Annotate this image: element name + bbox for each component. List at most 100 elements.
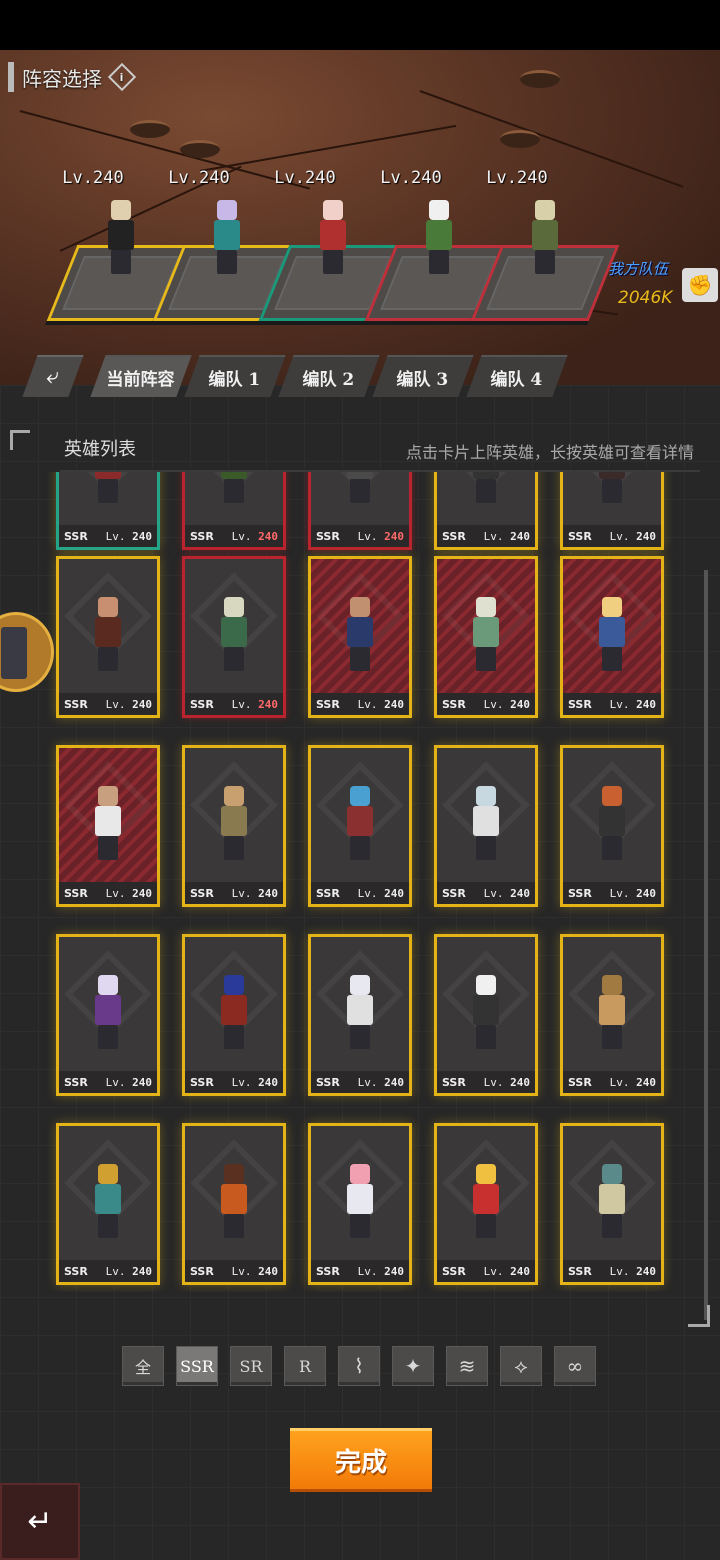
fist-icon[interactable]: ✊: [682, 268, 718, 302]
hero-card[interactable]: SSR Lv. 240: [434, 556, 538, 718]
level-prefix: Lv.: [483, 886, 504, 900]
done-button[interactable]: 完成: [290, 1428, 432, 1492]
filter-faction-4-button[interactable]: ⟡: [500, 1346, 542, 1386]
title-accent-bar: [8, 62, 14, 92]
card-level: Lv. 240: [484, 530, 530, 543]
hero-card[interactable]: SSR Lv. 240: [56, 934, 160, 1096]
tab-formation-4[interactable]: 编队 4: [466, 355, 568, 397]
hero-legs: [350, 1214, 370, 1238]
level-value: 240: [258, 529, 278, 543]
tab-formation-1[interactable]: 编队 1: [184, 355, 286, 397]
back-button[interactable]: ↵: [0, 1483, 80, 1560]
info-icon[interactable]: i: [107, 62, 137, 92]
level-value: 240: [384, 1264, 404, 1278]
hero-head: [476, 597, 496, 617]
hero-card[interactable]: SSR Lv. 240: [182, 934, 286, 1096]
card-footer: SSR Lv. 240: [185, 693, 283, 715]
hero-grid[interactable]: SSR Lv. 240 SSR Lv. 240 SSR Lv. 240 SSR Lv. 240…: [0, 472, 720, 1292]
hero-card[interactable]: SSR Lv. 240: [560, 472, 664, 550]
hero-sprite: [589, 472, 635, 507]
hero-card[interactable]: SSR Lv. 240: [182, 1123, 286, 1285]
tab-formation-3[interactable]: 编队 3: [372, 355, 474, 397]
card-level: Lv. 240: [358, 1265, 404, 1278]
filter-faction-1-button[interactable]: ⌇: [338, 1346, 380, 1386]
level-prefix: Lv.: [105, 529, 126, 543]
hero-legs: [350, 1025, 370, 1049]
hero-card[interactable]: SSR Lv. 240: [434, 472, 538, 550]
level-value: 240: [636, 697, 656, 711]
hero-sprite: [211, 593, 257, 675]
rarity-label: SSR: [442, 886, 466, 900]
rarity-label: SSR: [190, 529, 214, 543]
card-level: Lv. 240: [232, 887, 278, 900]
hero-card[interactable]: SSR Lv. 240: [182, 745, 286, 907]
hero-sprite: [589, 971, 635, 1053]
hero-sprite: [416, 196, 462, 278]
hero-legs: [224, 479, 244, 503]
hero-sprite: [589, 1160, 635, 1242]
hero-body: [347, 995, 373, 1025]
filter-ssr-button[interactable]: SSR: [176, 1346, 218, 1386]
rarity-label: SSR: [190, 886, 214, 900]
level-prefix: Lv.: [483, 697, 504, 711]
card-footer: SSR Lv. 240: [59, 882, 157, 904]
hero-card[interactable]: SSR Lv. 240: [560, 556, 664, 718]
hero-card[interactable]: SSR Lv. 240: [434, 934, 538, 1096]
hero-legs: [98, 479, 118, 503]
hero-card[interactable]: SSR Lv. 240: [308, 745, 412, 907]
rock: [130, 120, 170, 138]
hero-sprite: [589, 782, 635, 864]
rock: [520, 70, 560, 88]
hero-card[interactable]: SSR Lv. 240: [182, 472, 286, 550]
hero-legs: [350, 647, 370, 671]
hero-sprite: [589, 593, 635, 675]
hero-legs: [429, 250, 449, 274]
hero-card[interactable]: SSR Lv. 240: [308, 1123, 412, 1285]
level-prefix: Lv.: [231, 1264, 252, 1278]
level-value: 240: [510, 886, 530, 900]
hero-card[interactable]: SSR Lv. 240: [56, 472, 160, 550]
hero-card[interactable]: SSR Lv. 240: [56, 556, 160, 718]
hero-card[interactable]: SSR Lv. 240: [560, 934, 664, 1096]
hero-card[interactable]: SSR Lv. 240: [560, 1123, 664, 1285]
hero-card[interactable]: SSR Lv. 240: [182, 556, 286, 718]
hero-card[interactable]: SSR Lv. 240: [308, 556, 412, 718]
level-prefix: Lv.: [609, 529, 630, 543]
faction-1-icon: ⌇: [354, 1354, 364, 1378]
card-level: Lv. 240: [358, 1076, 404, 1089]
filter-faction-5-button[interactable]: ∞: [554, 1346, 596, 1386]
hero-sprite: [463, 593, 509, 675]
hero-card[interactable]: SSR Lv. 240: [56, 745, 160, 907]
filter-faction-3-button[interactable]: ≋: [446, 1346, 488, 1386]
hero-card[interactable]: SSR Lv. 240: [434, 1123, 538, 1285]
hero-body: [599, 472, 625, 479]
tab-formation-2[interactable]: 编队 2: [278, 355, 380, 397]
hero-legs: [476, 647, 496, 671]
tab-label: 编队 3: [396, 369, 449, 390]
hero-card[interactable]: SSR Lv. 240: [434, 745, 538, 907]
level-prefix: Lv.: [231, 697, 252, 711]
hero-body: [599, 617, 625, 647]
hero-level: Lv.240: [168, 168, 230, 188]
level-prefix: Lv.: [483, 1075, 504, 1089]
level-value: 240: [132, 1264, 152, 1278]
tab-current[interactable]: 当前阵容: [90, 355, 192, 397]
filter-faction-2-button[interactable]: ✦: [392, 1346, 434, 1386]
filter-全-button[interactable]: 全: [122, 1346, 164, 1386]
hero-level: Lv.240: [62, 168, 124, 188]
scrollbar[interactable]: [704, 570, 708, 1320]
level-value: 240: [258, 886, 278, 900]
filter-sr-button[interactable]: SR: [230, 1346, 272, 1386]
hero-card[interactable]: SSR Lv. 240: [308, 472, 412, 550]
hero-card[interactable]: SSR Lv. 240: [308, 934, 412, 1096]
hero-card[interactable]: SSR Lv. 240: [560, 745, 664, 907]
hero-head: [217, 200, 237, 220]
level-prefix: Lv.: [609, 697, 630, 711]
hero-head: [224, 597, 244, 617]
hero-card[interactable]: SSR Lv. 240: [56, 1123, 160, 1285]
card-footer: SSR Lv. 240: [59, 1071, 157, 1093]
level-value: 240: [132, 529, 152, 543]
hero-head: [602, 975, 622, 995]
filter-r-button[interactable]: R: [284, 1346, 326, 1386]
level-prefix: Lv.: [609, 1264, 630, 1278]
